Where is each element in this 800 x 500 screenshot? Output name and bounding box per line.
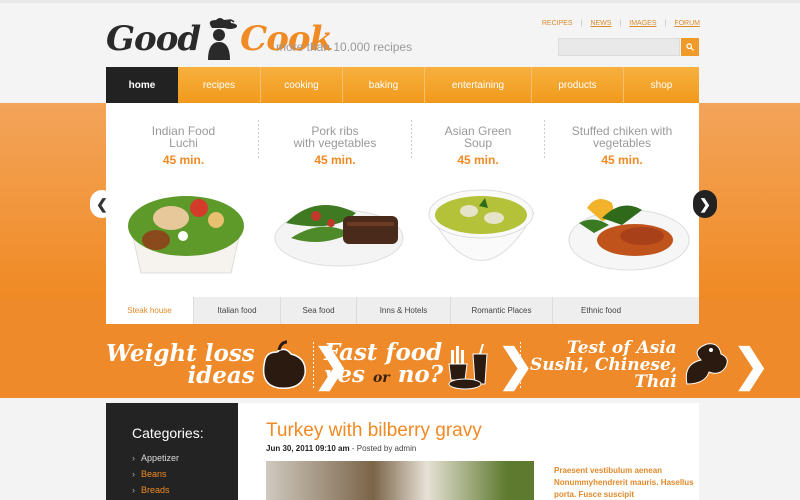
chevron-right-icon: ❯: [497, 340, 535, 390]
promo-line: Thai: [634, 371, 677, 392]
featured-article: Turkey with bilberry gravy Jun 30, 2011 …: [238, 403, 699, 500]
promo-word: yes: [324, 360, 365, 388]
cuisine-tabs: Steak house Italian food Sea food Inns &…: [106, 297, 699, 324]
category-label: Beans: [141, 469, 167, 479]
category-item[interactable]: › Beans: [132, 469, 238, 479]
food-image-soup: [428, 189, 535, 261]
slider-next-button[interactable]: ❯: [693, 190, 717, 218]
food-image-chicken: [568, 199, 690, 271]
chevron-left-icon: ❮: [96, 195, 108, 212]
divider: [544, 120, 545, 160]
fries-drink-icon: [448, 343, 488, 390]
nav-baking[interactable]: baking: [343, 67, 425, 103]
separator: |: [619, 20, 622, 27]
dragon-icon: [685, 343, 728, 385]
chef-icon: [208, 18, 238, 60]
separator: |: [580, 20, 583, 27]
category-item[interactable]: › Appetizer: [132, 453, 238, 463]
article-author: - Posted by admin: [349, 444, 417, 453]
slide-title-line: Luchi: [169, 136, 198, 150]
main-nav: home recipes cooking baking entertaining…: [106, 67, 699, 103]
nav-recipes[interactable]: recipes: [178, 67, 261, 103]
categories-title: Categories:: [132, 425, 204, 441]
tab-sea-food[interactable]: Sea food: [281, 297, 357, 324]
tab-romantic-places[interactable]: Romantic Places: [451, 297, 553, 324]
food-image-salad: [128, 196, 244, 274]
article-title[interactable]: Turkey with bilberry gravy: [266, 420, 482, 442]
promo-line: Sushi, Chinese,: [530, 354, 677, 375]
promo-line: Test of Asia: [567, 337, 677, 358]
promo-line: yes or no?: [324, 360, 444, 389]
categories-sidebar: Categories: › Appetizer › Beans › Breads: [106, 403, 238, 500]
promo-weight-loss-text: Weight loss ideas: [106, 342, 255, 389]
tab-steak-house[interactable]: Steak house: [106, 297, 194, 324]
category-label: Appetizer: [141, 453, 180, 463]
category-item[interactable]: › Breads: [132, 485, 238, 495]
article-meta: Jun 30, 2011 09:10 am - Posted by admin: [266, 444, 416, 453]
nav-cooking[interactable]: cooking: [261, 67, 343, 103]
food-image-ribs: [274, 205, 404, 267]
pepper-icon: [262, 340, 306, 389]
site-logo[interactable]: Good Cook: [106, 14, 333, 64]
featured-slider: Indian Food Luchi 45 min. Pork ribs with…: [106, 103, 699, 297]
categories-list: › Appetizer › Beans › Breads: [132, 453, 238, 495]
top-link-images[interactable]: IMAGES: [629, 20, 656, 27]
divider: [313, 342, 314, 388]
promo-asia[interactable]: Test of Asia Sushi, Chinese, Thai ❯: [530, 336, 770, 394]
nav-home[interactable]: home: [106, 67, 178, 103]
divider: [258, 120, 259, 160]
top-links: RECIPES | NEWS | IMAGES | FORUM: [542, 20, 700, 27]
nav-entertaining[interactable]: entertaining: [425, 67, 532, 103]
slide-time: 45 min.: [601, 153, 643, 167]
slide-title: Asian Green Soup: [414, 125, 542, 149]
article-excerpt: Praesent vestibulum aenean Nonummyhendre…: [554, 466, 694, 499]
tagline: more than 10.000 recipes: [276, 40, 413, 54]
promo-asia-text: Test of Asia Sushi, Chinese, Thai: [530, 337, 677, 392]
slide-time: 45 min.: [457, 153, 499, 167]
tab-inns-hotels[interactable]: Inns & Hotels: [357, 297, 451, 324]
slide-title: Stuffed chiken with vegetables: [547, 125, 697, 149]
article-date: Jun 30, 2011 09:10 am: [266, 444, 350, 453]
divider: [411, 120, 412, 160]
slide-time: 45 min.: [314, 153, 356, 167]
slider-prev-button[interactable]: ❮: [90, 190, 114, 218]
top-link-news[interactable]: NEWS: [590, 20, 611, 27]
slide-title: Indian Food Luchi: [111, 125, 256, 149]
slide-stuffed-chicken[interactable]: Stuffed chiken with vegetables 45 min.: [547, 103, 697, 297]
promo-word: or: [372, 369, 390, 386]
bullet-icon: ›: [132, 453, 135, 463]
top-link-forum[interactable]: FORUM: [674, 20, 700, 27]
slide-green-soup[interactable]: Asian Green Soup 45 min.: [414, 103, 542, 297]
slide-title-line: with vegetables: [293, 136, 377, 150]
promo-fast-food-text: Fast food yes or no?: [324, 341, 444, 389]
slide-pork-ribs[interactable]: Pork ribs with vegetables 45 min.: [261, 103, 409, 297]
slide-title: Pork ribs with vegetables: [261, 125, 409, 149]
article-image[interactable]: [266, 461, 534, 500]
divider: [520, 342, 521, 388]
promo-line: ideas: [187, 362, 255, 389]
bullet-icon: ›: [132, 485, 135, 495]
nav-products[interactable]: products: [532, 67, 624, 103]
slide-title-line: Soup: [463, 136, 493, 150]
search-button[interactable]: [681, 38, 699, 56]
slide-luchi[interactable]: Indian Food Luchi 45 min.: [111, 103, 256, 297]
category-label: Breads: [141, 485, 170, 495]
tab-ethnic-food[interactable]: Ethnic food: [553, 297, 649, 324]
chevron-right-icon: ❯: [732, 340, 770, 390]
promo-fast-food[interactable]: Fast food yes or no? ❯: [324, 336, 534, 394]
search-input[interactable]: [558, 38, 680, 56]
tab-italian-food[interactable]: Italian food: [194, 297, 281, 324]
logo-good: Good: [106, 19, 201, 59]
search-icon: [686, 43, 694, 51]
top-link-recipes[interactable]: RECIPES: [542, 20, 573, 27]
promo-word: no?: [397, 360, 444, 388]
nav-shop[interactable]: shop: [624, 67, 699, 103]
slide-title-line: vegetables: [592, 136, 652, 150]
slide-time: 45 min.: [162, 153, 205, 167]
separator: |: [664, 20, 667, 27]
chevron-right-icon: ❯: [699, 195, 711, 212]
bullet-icon: ›: [132, 469, 135, 479]
